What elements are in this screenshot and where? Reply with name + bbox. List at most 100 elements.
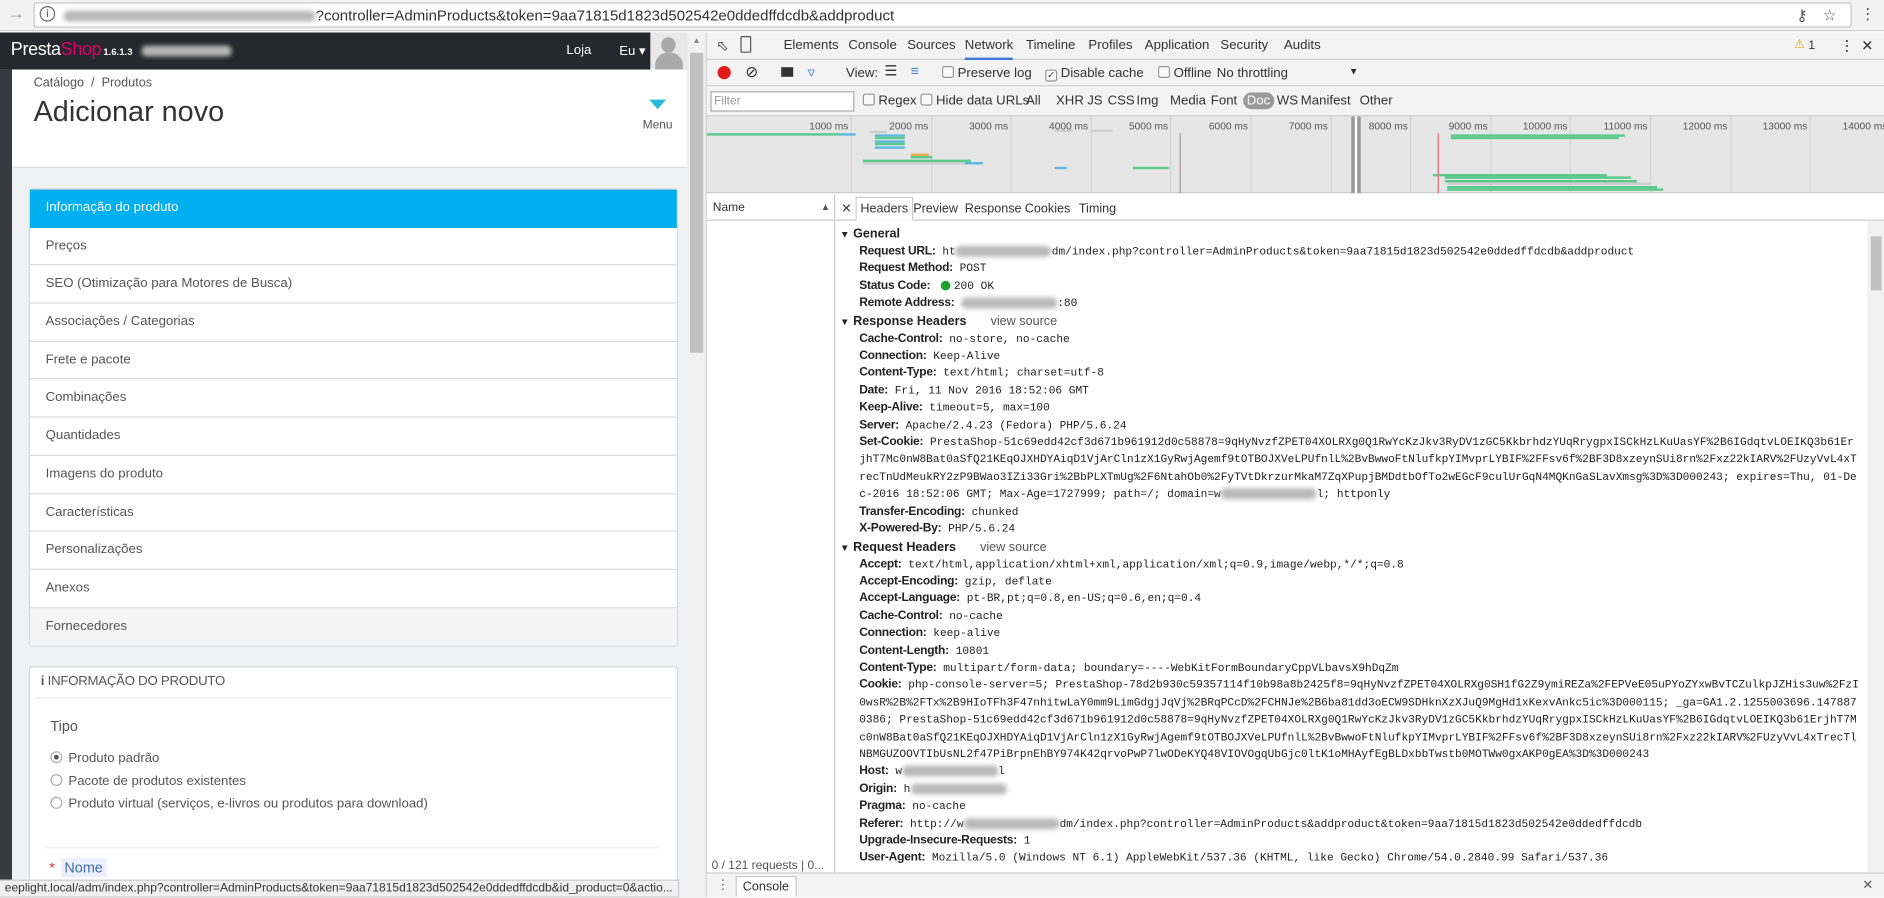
scroll-up-icon[interactable]: ▲ (692, 37, 700, 45)
inspect-element-icon[interactable]: ⬁ (716, 37, 728, 54)
capture-screenshots-icon[interactable] (781, 67, 794, 77)
preserve-log-checkbox[interactable]: Preserve log (942, 66, 1032, 80)
type-radio[interactable]: Produto padrão (50, 751, 159, 766)
console-drawer-tab[interactable]: Console (735, 876, 797, 897)
devtools-tab-network[interactable]: Network (964, 38, 1014, 61)
star-icon[interactable]: ☆ (1823, 6, 1837, 25)
regex-checkbox[interactable]: Regex (862, 93, 917, 108)
disable-cache-checkbox[interactable]: ✓ Disable cache (1045, 66, 1144, 82)
devtools-tab-sources[interactable]: Sources (907, 38, 955, 52)
devtools-tab-security[interactable]: Security (1220, 38, 1268, 52)
avatar[interactable] (650, 32, 688, 70)
headers-scrollbar[interactable] (1867, 220, 1884, 873)
view-source-link[interactable]: view source (980, 539, 1047, 553)
type-radio[interactable]: Pacote de produtos existentes (50, 774, 246, 788)
expand-triangle-icon[interactable]: ▼ (840, 316, 850, 327)
checkbox[interactable] (942, 66, 955, 78)
device-toolbar-icon[interactable] (740, 36, 752, 53)
view-source-link[interactable]: view source (991, 314, 1058, 328)
waterfall-view-icon[interactable]: ≡ (911, 62, 919, 79)
tab-item[interactable]: Combinações (30, 380, 677, 418)
detail-tab-preview[interactable]: Preview (913, 202, 958, 216)
section-header[interactable]: ▼ General (840, 226, 1867, 244)
detail-tab-response[interactable]: Response (965, 202, 1022, 216)
drawer-menu-icon[interactable]: ⋮ (716, 877, 729, 892)
prestashop-logo[interactable]: PrestaShop (11, 40, 102, 60)
detail-tab-timing[interactable]: Timing (1079, 202, 1116, 216)
tab-item[interactable]: SEO (Otimização para Motores de Busca) (30, 266, 677, 304)
back-arrow-icon[interactable]: → (7, 4, 25, 24)
checkbox[interactable] (1158, 66, 1170, 78)
devtools-tab-timeline[interactable]: Timeline (1026, 38, 1075, 52)
filter-type-js[interactable]: JS (1087, 94, 1102, 108)
menu-dots-icon[interactable]: ⋮ (1860, 5, 1876, 24)
devtools-tab-elements[interactable]: Elements (784, 38, 839, 52)
detail-tab-cookies[interactable]: Cookies (1025, 202, 1071, 216)
expand-triangle-icon[interactable]: ▼ (840, 542, 850, 553)
filter-type-doc[interactable]: Doc (1243, 92, 1274, 110)
filter-type-img[interactable]: Img (1136, 94, 1158, 108)
hide-data-urls-checkbox[interactable]: Hide data URLs (920, 93, 1029, 108)
warning-icon[interactable]: ⚠ (1794, 38, 1805, 51)
info-icon[interactable]: i (39, 6, 56, 22)
throttling-select[interactable]: No throttling ▼ (1217, 66, 1359, 80)
tab-item[interactable]: Personalizações (30, 532, 677, 570)
filter-type-font[interactable]: Font (1211, 94, 1237, 108)
user-menu[interactable]: Eu ▾ (619, 43, 645, 58)
name-column-header[interactable]: Name (706, 194, 836, 221)
section-header[interactable]: ▼ Response Headers view source (840, 313, 1867, 331)
type-radio[interactable]: Produto virtual (serviços, e-livros ou p… (50, 796, 428, 811)
sidebar-nav[interactable] (0, 69, 12, 898)
devtools-tab-console[interactable]: Console (848, 38, 896, 52)
offline-checkbox[interactable]: Offline (1158, 66, 1212, 80)
overview-selection[interactable] (1351, 116, 1361, 194)
menu-button[interactable]: Menu (634, 99, 682, 132)
close-detail-icon[interactable]: ✕ (841, 202, 852, 216)
close-devtools-icon[interactable]: ✕ (1861, 37, 1873, 54)
tab-item[interactable]: Informação do produto (30, 189, 677, 228)
devtools-tab-audits[interactable]: Audits (1284, 38, 1321, 52)
detail-tab-headers[interactable]: Headers (855, 196, 913, 221)
record-icon[interactable] (717, 66, 731, 80)
page-scrollbar[interactable]: ▲ (687, 32, 706, 898)
devtools-tab-application[interactable]: Application (1145, 38, 1210, 52)
tab-item[interactable]: Imagens do produto (30, 456, 677, 494)
filter-type-media[interactable]: Media (1170, 94, 1206, 108)
sort-ascending-icon[interactable]: ▲ (821, 202, 831, 213)
filter-type-xhr[interactable]: XHR (1056, 94, 1084, 108)
radio-button[interactable] (50, 796, 63, 809)
filter-icon[interactable]: ▿ (808, 64, 815, 81)
checkbox[interactable] (862, 93, 875, 106)
expand-triangle-icon[interactable]: ▼ (840, 229, 850, 240)
shop-link[interactable]: Loja (566, 43, 591, 57)
tab-item[interactable]: Frete e pacote (30, 342, 677, 380)
scrollbar-thumb[interactable] (690, 52, 704, 353)
checkbox-checked[interactable]: ✓ (1045, 69, 1058, 82)
close-drawer-icon[interactable]: ✕ (1862, 877, 1873, 892)
devtools-tab-profiles[interactable]: Profiles (1088, 38, 1132, 52)
filter-input[interactable]: Filter (710, 91, 855, 112)
tab-item[interactable]: Características (30, 494, 677, 532)
breadcrumb-products[interactable]: Produtos (102, 76, 152, 90)
radio-button[interactable] (50, 751, 63, 764)
list-view-icon[interactable]: ☰ (884, 62, 897, 79)
clear-icon[interactable]: ⊘ (745, 62, 758, 81)
filter-type-all[interactable]: All (1026, 94, 1041, 108)
filter-type-manifest[interactable]: Manifest (1301, 94, 1351, 108)
breadcrumb-catalog[interactable]: Catálogo (34, 76, 84, 90)
settings-menu-icon[interactable]: ⋮ (1840, 37, 1854, 54)
filter-type-css[interactable]: CSS (1108, 94, 1135, 108)
url-input[interactable]: i ?controller=AdminProducts&token=9aa718… (33, 2, 1852, 28)
section-header[interactable]: ▼ Request Headers view source (840, 538, 1867, 556)
tab-item[interactable]: Associações / Categorias (30, 304, 677, 342)
radio-button[interactable] (50, 774, 63, 787)
warning-count[interactable]: 1 (1808, 40, 1815, 53)
network-overview-timeline[interactable]: 1000 ms 2000 ms 3000 ms 4000 ms 5000 ms 6000 … (706, 116, 1884, 194)
key-icon[interactable]: ⚷ (1796, 6, 1807, 25)
filter-type-ws[interactable]: WS (1277, 94, 1298, 108)
tab-item[interactable]: Quantidades (30, 418, 677, 456)
filter-type-other[interactable]: Other (1360, 94, 1393, 108)
tab-item[interactable]: Anexos (30, 570, 677, 608)
scrollbar-thumb[interactable] (1870, 236, 1882, 291)
tab-item[interactable]: Preços (30, 228, 677, 266)
